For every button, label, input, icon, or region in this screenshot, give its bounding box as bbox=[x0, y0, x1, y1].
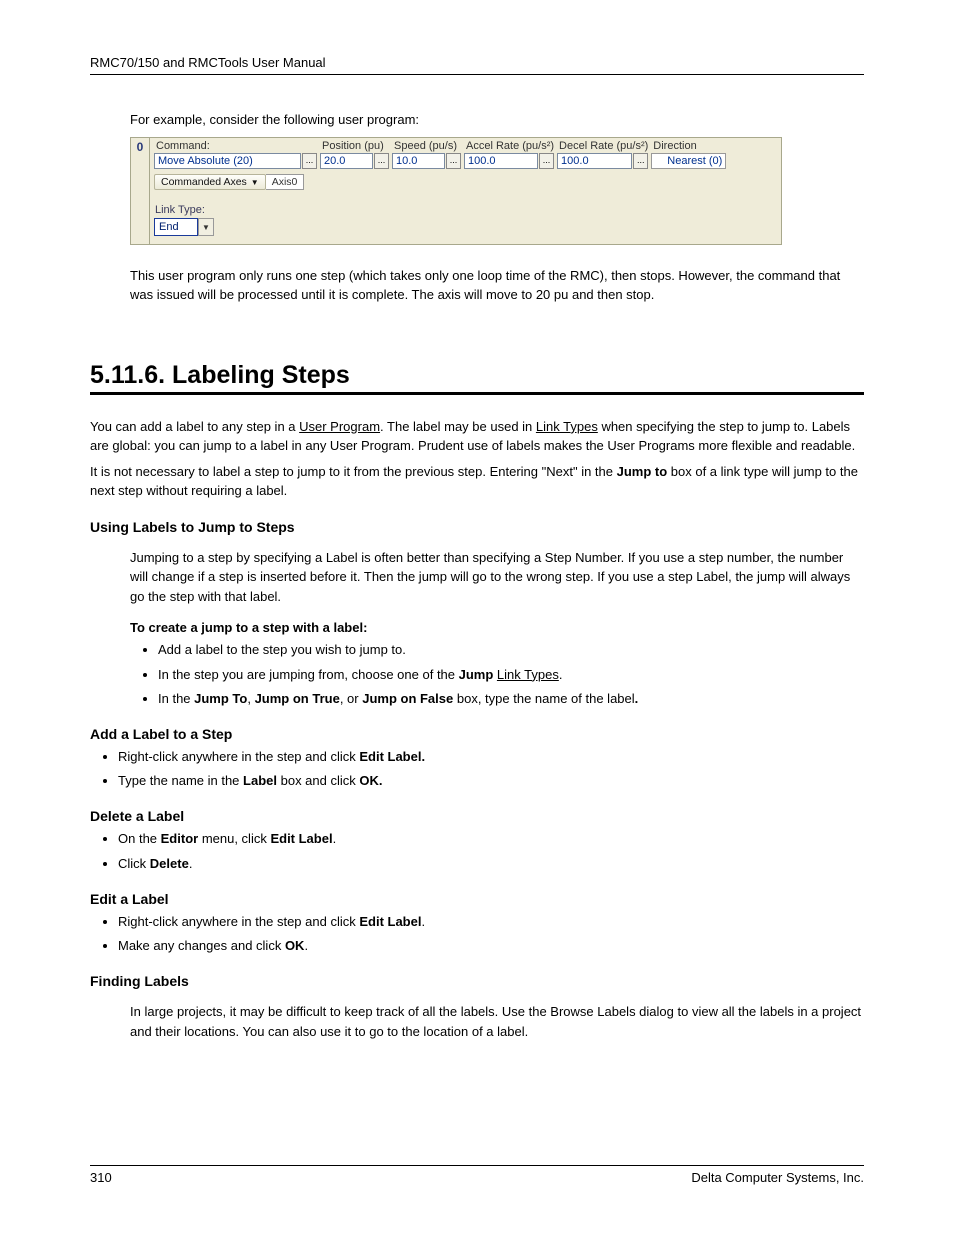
direction-input[interactable]: Nearest (0) bbox=[651, 153, 726, 169]
to-create-heading: To create a jump to a step with a label: bbox=[130, 620, 864, 635]
decel-label: Decel Rate (pu/s²) bbox=[559, 140, 648, 152]
list-item: Right-click anywhere in the step and cli… bbox=[118, 913, 864, 931]
subheading-edit-label: Edit a Label bbox=[90, 891, 864, 907]
page-number: 310 bbox=[90, 1170, 112, 1185]
link-types-link-2[interactable]: Link Types bbox=[497, 667, 559, 682]
accel-input[interactable]: 100.0 bbox=[464, 153, 538, 169]
list-item: In the step you are jumping from, choose… bbox=[158, 666, 864, 684]
accel-browse-button[interactable]: ... bbox=[539, 153, 554, 169]
link-type-dropdown[interactable]: ▼ bbox=[198, 218, 214, 236]
speed-label: Speed (pu/s) bbox=[394, 140, 461, 152]
section-title: 5.11.6. Labeling Steps bbox=[90, 361, 864, 395]
chevron-down-icon: ▼ bbox=[251, 178, 259, 187]
edit-label-list: Right-click anywhere in the step and cli… bbox=[90, 913, 864, 955]
list-item: On the Editor menu, click Edit Label. bbox=[118, 830, 864, 848]
page-header: RMC70/150 and RMCTools User Manual bbox=[90, 55, 864, 75]
after-box-para: This user program only runs one step (wh… bbox=[130, 267, 864, 305]
chevron-down-icon: ▼ bbox=[202, 223, 210, 232]
speed-input[interactable]: 10.0 bbox=[392, 153, 445, 169]
add-label-list: Right-click anywhere in the step and cli… bbox=[90, 748, 864, 790]
step-number: 0 bbox=[131, 138, 150, 244]
subheading-delete-label: Delete a Label bbox=[90, 808, 864, 824]
link-type-label: Link Type: bbox=[155, 204, 777, 216]
user-program-step: 0 Command: Move Absolute (20) ... Positi… bbox=[130, 137, 782, 245]
list-item: Make any changes and click OK. bbox=[118, 937, 864, 955]
decel-input[interactable]: 100.0 bbox=[557, 153, 632, 169]
link-types-link[interactable]: Link Types bbox=[536, 419, 598, 434]
subheading-finding-labels: Finding Labels bbox=[90, 973, 864, 989]
position-input[interactable]: 20.0 bbox=[320, 153, 373, 169]
list-item: In the Jump To, Jump on True, or Jump on… bbox=[158, 690, 864, 708]
to-create-list: Add a label to the step you wish to jump… bbox=[130, 641, 864, 708]
list-item: Type the name in the Label box and click… bbox=[118, 772, 864, 790]
user-program-link[interactable]: User Program bbox=[299, 419, 380, 434]
command-label: Command: bbox=[156, 140, 317, 152]
delete-label-list: On the Editor menu, click Edit Label. Cl… bbox=[90, 830, 864, 872]
list-item: Right-click anywhere in the step and cli… bbox=[118, 748, 864, 766]
using-labels-para: Jumping to a step by specifying a Label … bbox=[130, 548, 864, 607]
commanded-axes-button[interactable]: Commanded Axes ▼ bbox=[154, 174, 266, 190]
commanded-axes-value: Axis0 bbox=[266, 174, 305, 190]
section-para-1: You can add a label to any step in a Use… bbox=[90, 417, 864, 456]
section-para-2: It is not necessary to label a step to j… bbox=[90, 462, 864, 501]
command-input[interactable]: Move Absolute (20) bbox=[154, 153, 301, 169]
accel-label: Accel Rate (pu/s²) bbox=[466, 140, 554, 152]
company-name: Delta Computer Systems, Inc. bbox=[691, 1170, 864, 1185]
position-browse-button[interactable]: ... bbox=[374, 153, 389, 169]
decel-browse-button[interactable]: ... bbox=[633, 153, 648, 169]
subheading-using-labels: Using Labels to Jump to Steps bbox=[90, 519, 864, 535]
intro-text: For example, consider the following user… bbox=[130, 111, 864, 129]
direction-label: Direction bbox=[653, 140, 726, 152]
finding-labels-para: In large projects, it may be difficult t… bbox=[130, 1002, 864, 1041]
position-label: Position (pu) bbox=[322, 140, 389, 152]
subheading-add-label: Add a Label to a Step bbox=[90, 726, 864, 742]
command-browse-button[interactable]: ... bbox=[302, 153, 317, 169]
link-type-input[interactable]: End bbox=[154, 218, 198, 236]
list-item: Add a label to the step you wish to jump… bbox=[158, 641, 864, 659]
commanded-axes-label: Commanded Axes bbox=[161, 176, 247, 188]
speed-browse-button[interactable]: ... bbox=[446, 153, 461, 169]
list-item: Click Delete. bbox=[118, 855, 864, 873]
